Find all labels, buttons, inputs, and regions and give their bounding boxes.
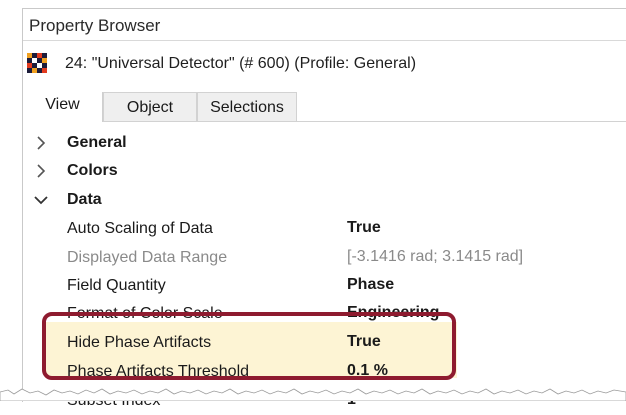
tab-selections[interactable]: Selections (197, 92, 297, 122)
group-data[interactable]: Data (23, 186, 626, 214)
property-row-auto-scaling[interactable]: Auto Scaling of Data True (23, 215, 626, 243)
property-row-format-color-scale[interactable]: Format of Color Scale Engineering (23, 300, 626, 328)
property-value[interactable]: 0.1 % (347, 362, 388, 380)
property-value[interactable]: Phase (347, 276, 394, 294)
tab-object[interactable]: Object (103, 92, 197, 122)
torn-edge-decoration (0, 388, 626, 401)
property-value[interactable]: Engineering (347, 304, 439, 322)
chevron-right-icon[interactable] (33, 163, 49, 179)
property-row-phase-artifacts-threshold[interactable]: Phase Artifacts Threshold 0.1 % (23, 358, 626, 386)
property-row-displayed-data-range: Displayed Data Range [-3.1416 rad; 3.141… (23, 244, 626, 272)
property-row-field-quantity[interactable]: Field Quantity Phase (23, 272, 626, 300)
chevron-right-icon[interactable] (33, 135, 49, 151)
tab-bar: View Object Selections (23, 92, 626, 122)
property-grid: General Colors Data Auto Scaling of Data… (23, 122, 626, 409)
group-colors[interactable]: Colors (23, 157, 626, 185)
group-general[interactable]: General (23, 129, 626, 157)
tab-view[interactable]: View (23, 92, 103, 122)
property-browser-window: Property Browser 24: "Universal Detector… (22, 8, 626, 409)
property-value[interactable]: True (347, 219, 381, 237)
object-header: 24: "Universal Detector" (# 600) (Profil… (23, 53, 623, 77)
property-name: Hide Phase Artifacts (67, 334, 212, 351)
object-title: 24: "Universal Detector" (# 600) (Profil… (65, 55, 417, 72)
property-name: Auto Scaling of Data (67, 220, 213, 237)
property-value: [-3.1416 rad; 3.1415 rad] (347, 248, 524, 265)
property-value[interactable]: True (347, 333, 381, 351)
property-name: Displayed Data Range (67, 249, 228, 266)
group-general-label: General (67, 134, 127, 151)
property-name: Format of Color Scale (67, 305, 223, 322)
property-name: Phase Artifacts Threshold (67, 363, 250, 380)
window-title: Property Browser (23, 9, 626, 41)
group-data-label: Data (67, 191, 102, 208)
property-row-hide-phase-artifacts[interactable]: Hide Phase Artifacts True (23, 329, 626, 357)
chevron-down-icon[interactable] (33, 192, 49, 208)
property-name: Field Quantity (67, 277, 166, 294)
detector-pattern-icon (27, 53, 47, 73)
group-colors-label: Colors (67, 162, 118, 179)
